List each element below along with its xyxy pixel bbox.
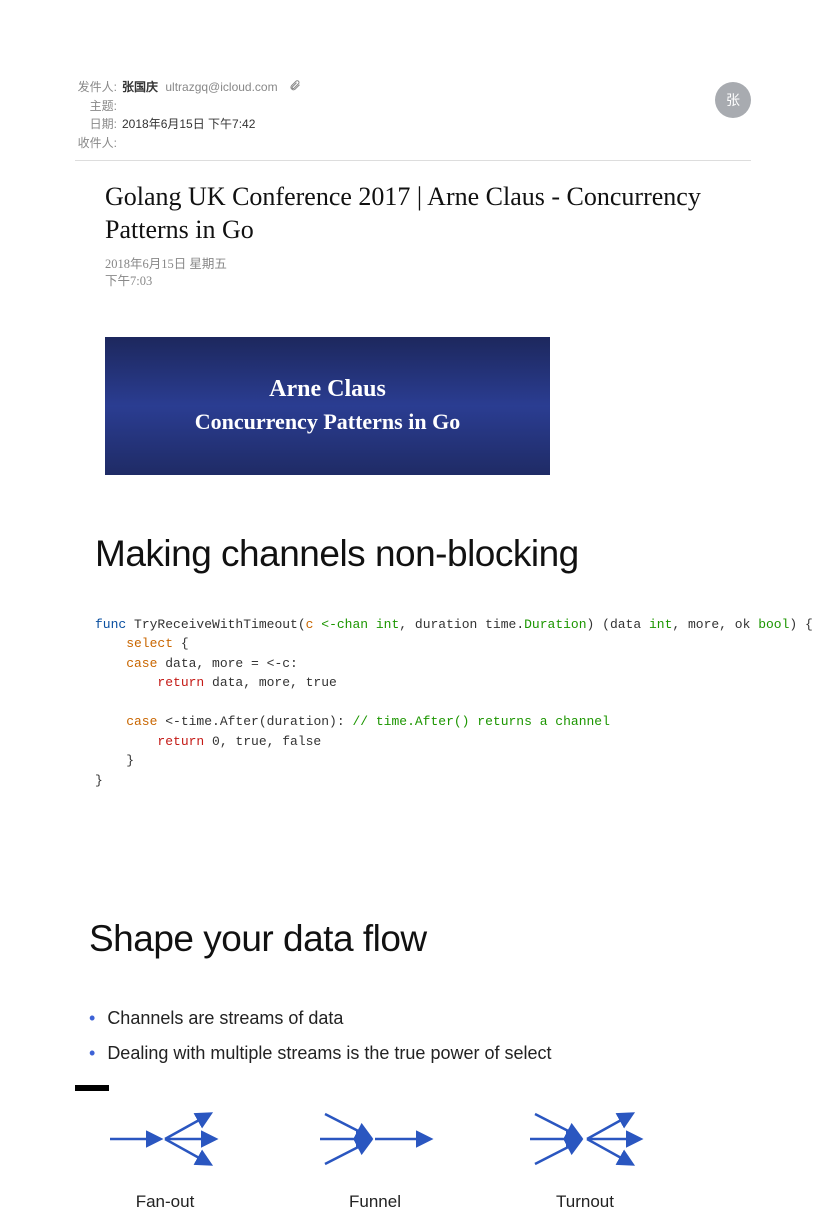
diagram-label: Funnel — [349, 1192, 401, 1212]
cursor-bar — [75, 1085, 109, 1091]
date-label: 日期: — [75, 115, 117, 134]
date-value: 2018年6月15日 下午7:42 — [122, 115, 255, 134]
from-name[interactable]: 张国庆 — [122, 80, 158, 94]
from-email[interactable]: ultrazgq@icloud.com — [165, 80, 277, 94]
to-row: 收件人: — [75, 134, 751, 153]
to-label: 收件人: — [75, 134, 117, 153]
attachment-icon[interactable] — [289, 78, 301, 97]
turnout-icon — [525, 1104, 645, 1174]
meta-date: 2018年6月15日 星期五 — [105, 256, 721, 272]
from-row: 发件人: 张国庆 ultrazgq@icloud.com — [75, 78, 751, 97]
subject-row: 主题: — [75, 97, 751, 116]
section-title-1: Making channels non-blocking — [95, 533, 751, 575]
slide-intro-subtitle: Concurrency Patterns in Go — [195, 409, 460, 435]
funnel-icon — [315, 1104, 435, 1174]
fanout-icon — [105, 1104, 225, 1174]
bullet-text: Channels are streams of data — [107, 1008, 343, 1029]
diagram-funnel: Funnel — [315, 1104, 435, 1212]
diagram-label: Fan-out — [136, 1192, 195, 1212]
list-item: Dealing with multiple streams is the tru… — [89, 1043, 751, 1064]
diagram-label: Turnout — [556, 1192, 614, 1212]
email-header: 发件人: 张国庆 ultrazgq@icloud.com 主题: 日期: 201… — [75, 78, 751, 161]
date-row: 日期: 2018年6月15日 下午7:42 — [75, 115, 751, 134]
bullet-text: Dealing with multiple streams is the tru… — [107, 1043, 551, 1064]
avatar[interactable]: 张 — [715, 82, 751, 118]
from-label: 发件人: — [75, 78, 117, 97]
slide-intro-name: Arne Claus — [269, 376, 386, 403]
code-block: func TryReceiveWithTimeout(c <-chan int,… — [95, 615, 751, 791]
page-title: Golang UK Conference 2017 | Arne Claus -… — [75, 181, 751, 246]
note-meta: 2018年6月15日 星期五 下午7:03 — [75, 256, 751, 289]
slide-intro: Arne Claus Concurrency Patterns in Go — [105, 337, 550, 475]
diagram-turnout: Turnout — [525, 1104, 645, 1212]
subject-label: 主题: — [75, 97, 117, 116]
email-body: Golang UK Conference 2017 | Arne Claus -… — [75, 161, 751, 1212]
diagrams-row: Fan-out Funnel — [105, 1104, 751, 1212]
bullet-list: Channels are streams of data Dealing wit… — [89, 1008, 751, 1064]
diagram-fanout: Fan-out — [105, 1104, 225, 1212]
section-title-2: Shape your data flow — [89, 918, 751, 960]
meta-time: 下午7:03 — [105, 273, 721, 289]
list-item: Channels are streams of data — [89, 1008, 751, 1029]
